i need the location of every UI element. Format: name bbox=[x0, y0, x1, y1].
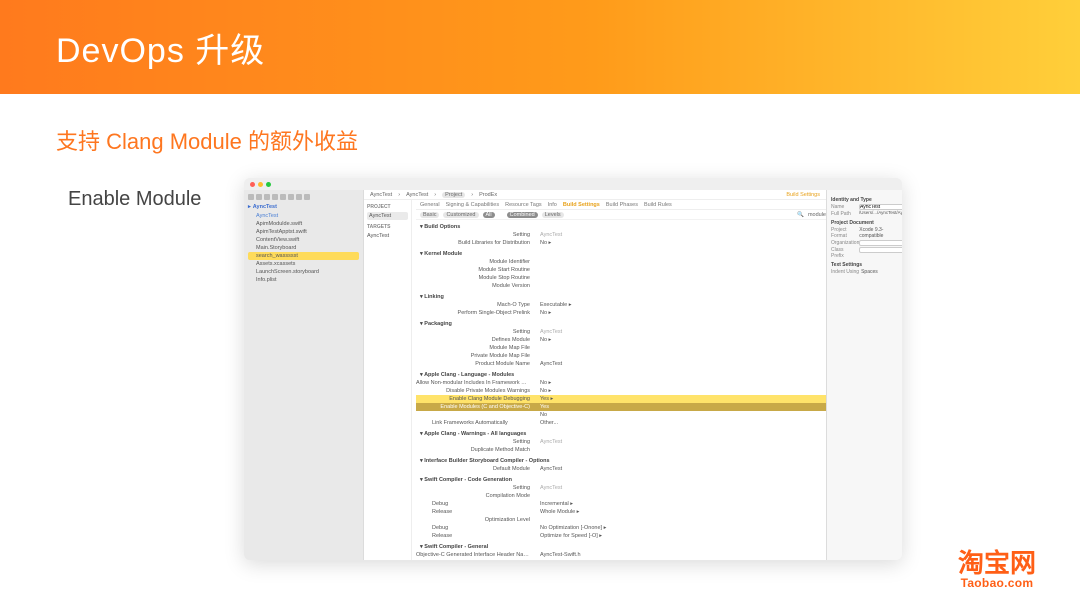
setting-row[interactable]: SettingAyncTest bbox=[416, 484, 826, 492]
setting-row[interactable]: ReleaseWhole Module ▸ bbox=[416, 508, 826, 516]
editor-area: AyncTest› AyncTest› Project› ProdEx Buil… bbox=[364, 190, 826, 560]
zoom-icon[interactable] bbox=[266, 182, 271, 187]
setting-row[interactable]: Module Start Routine bbox=[416, 266, 826, 274]
setting-row[interactable]: Module Version bbox=[416, 282, 826, 290]
section-header[interactable]: ▾ Build Options bbox=[416, 223, 826, 231]
editor-tab[interactable]: Build Settings bbox=[563, 202, 600, 208]
setting-row[interactable]: Default ModuleAyncTest bbox=[416, 465, 826, 473]
target-row: AyncTest bbox=[367, 232, 408, 240]
nav-project-root[interactable]: ▸AyncTest bbox=[248, 204, 359, 210]
nav-item[interactable]: LaunchScreen.storyboard bbox=[248, 268, 359, 276]
nav-toolbar[interactable] bbox=[248, 194, 359, 200]
section-header[interactable]: ▾ Apple Clang - Warnings - All languages bbox=[416, 430, 826, 438]
filter-bar[interactable]: Basic Customized All Combined Levels 🔍 m… bbox=[416, 210, 826, 220]
editor-tab[interactable]: Info bbox=[548, 202, 557, 208]
project-navigator: ▸AyncTest AyncTestApimModulde.swiftApimT… bbox=[244, 190, 364, 560]
editor-tab[interactable]: Build Phases bbox=[606, 202, 638, 208]
enable-module-label: Enable Module bbox=[68, 188, 201, 211]
editor-tab[interactable]: Build Rules bbox=[644, 202, 672, 208]
setting-row[interactable]: Defines ModuleNo ▸ bbox=[416, 336, 826, 344]
setting-row[interactable]: Compilation Mode bbox=[416, 492, 826, 500]
slide-subtitle: 支持 Clang Module 的额外收益 bbox=[56, 124, 1080, 156]
editor-tab[interactable]: General bbox=[420, 202, 440, 208]
build-settings-crumb: Build Settings bbox=[786, 192, 820, 198]
jump-bar[interactable]: AyncTest› AyncTest› Project› ProdEx Buil… bbox=[364, 190, 826, 200]
setting-row[interactable]: SettingAyncTest bbox=[416, 438, 826, 446]
setting-row[interactable]: Optimization Level bbox=[416, 516, 826, 524]
class-prefix-input[interactable] bbox=[859, 247, 902, 253]
section-header[interactable]: ▾ Packaging bbox=[416, 320, 826, 328]
setting-row[interactable]: Product Module NameAyncTest bbox=[416, 360, 826, 368]
project-target-list[interactable]: PROJECT AyncTest TARGETS AyncTest bbox=[364, 200, 412, 560]
title-banner: DevOps 升级 bbox=[0, 0, 1080, 94]
setting-row[interactable]: Allow Non-modular Includes In Framework … bbox=[416, 379, 826, 387]
section-header[interactable]: ▾ Interface Builder Storyboard Compiler … bbox=[416, 457, 826, 465]
editor-tab[interactable]: Resource Tags bbox=[505, 202, 542, 208]
filter-search: module bbox=[808, 212, 826, 218]
setting-row[interactable]: Module Identifier bbox=[416, 258, 826, 266]
setting-row[interactable]: Link Frameworks AutomaticallyOther... bbox=[416, 419, 826, 427]
section-header[interactable]: ▾ Kernel Module bbox=[416, 250, 826, 258]
nav-item[interactable]: AyncTest bbox=[248, 212, 359, 220]
setting-row[interactable]: DebugIncremental ▸ bbox=[416, 500, 826, 508]
slide-title: DevOps 升级 bbox=[56, 23, 265, 72]
editor-tab[interactable]: Signing & Capabilities bbox=[446, 202, 500, 208]
nav-item[interactable]: Main.Storyboard bbox=[248, 244, 359, 252]
xcode-screenshot: ▸AyncTest AyncTestApimModulde.swiftApimT… bbox=[244, 178, 902, 560]
nav-item[interactable]: ContentView.swift bbox=[248, 236, 359, 244]
setting-row[interactable]: Disable Private Modules WarningsNo ▸ bbox=[416, 387, 826, 395]
editor-tabs[interactable]: General Signing & Capabilities Resource Ta… bbox=[416, 200, 826, 210]
setting-row[interactable]: Perform Single-Object PrelinkNo ▸ bbox=[416, 309, 826, 317]
organization-input[interactable] bbox=[859, 240, 902, 246]
section-header[interactable]: ▾ Swift Compiler - Code Generation bbox=[416, 476, 826, 484]
inspector-panel: Identity and Type Name Full Path/Users/.… bbox=[826, 190, 902, 560]
minimize-icon[interactable] bbox=[258, 182, 263, 187]
section-header[interactable]: ▾ Linking bbox=[416, 293, 826, 301]
project-row: AyncTest bbox=[367, 212, 408, 220]
setting-row[interactable]: No bbox=[416, 411, 826, 419]
setting-row[interactable]: Private Module Map File bbox=[416, 352, 826, 360]
build-settings-table: General Signing & Capabilities Resource Ta… bbox=[412, 200, 826, 560]
setting-row[interactable]: Mach-O TypeExecutable ▸ bbox=[416, 301, 826, 309]
setting-row[interactable]: Objective-C Generated Interface Header N… bbox=[416, 551, 826, 559]
setting-row[interactable]: SettingAyncTest bbox=[416, 328, 826, 336]
setting-row[interactable]: Enable Clang Module DebuggingYes ▸ bbox=[416, 395, 826, 403]
close-icon[interactable] bbox=[250, 182, 255, 187]
taobao-logo: 淘宝网 Taobao.com bbox=[958, 550, 1036, 590]
setting-row[interactable]: Enable Modules (C and Objective-C)Yes bbox=[416, 403, 826, 411]
setting-row[interactable]: Module Stop Routine bbox=[416, 274, 826, 282]
setting-row[interactable]: Build Libraries for DistributionNo ▸ bbox=[416, 239, 826, 247]
nav-item[interactable]: search_wassssst bbox=[248, 252, 359, 260]
setting-row[interactable]: Duplicate Method Match bbox=[416, 446, 826, 454]
section-header[interactable]: ▾ Swift Compiler - General bbox=[416, 543, 826, 551]
setting-row[interactable]: Module Map File bbox=[416, 344, 826, 352]
setting-row[interactable]: ReleaseOptimize for Speed [-O] ▸ bbox=[416, 532, 826, 540]
nav-item[interactable]: ApimTestApptst.swift bbox=[248, 228, 359, 236]
window-titlebar bbox=[244, 178, 902, 190]
nav-item[interactable]: ApimModulde.swift bbox=[248, 220, 359, 228]
nav-item[interactable]: Assets.xcassets bbox=[248, 260, 359, 268]
setting-row[interactable]: DebugNo Optimization [-Onone] ▸ bbox=[416, 524, 826, 532]
nav-item[interactable]: Info.plist bbox=[248, 276, 359, 284]
setting-row[interactable]: SettingAyncTest bbox=[416, 231, 826, 239]
section-header[interactable]: ▾ Apple Clang - Language - Modules bbox=[416, 371, 826, 379]
